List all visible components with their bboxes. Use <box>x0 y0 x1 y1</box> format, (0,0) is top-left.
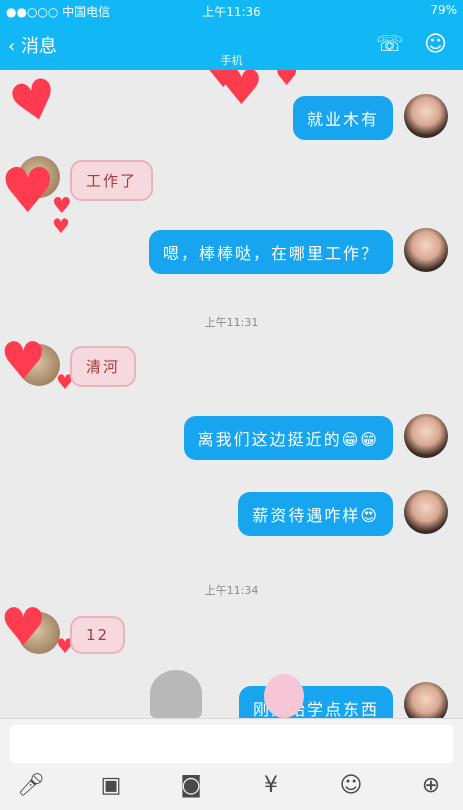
message-text: 工作了 <box>70 160 154 201</box>
message-text: 离我们这边挺近的😁😁 <box>183 416 393 460</box>
camera-button[interactable]: ◙ <box>174 773 208 803</box>
heart-sticker-icon: ♥ <box>0 598 47 658</box>
message-bubble-left[interactable]: 工作了 <box>70 160 154 201</box>
user-icon: ☺ <box>424 32 447 57</box>
message-timestamp: 上午11:34 <box>204 584 259 597</box>
red-packet-icon: ¥ <box>264 773 278 798</box>
message-timestamp: 上午11:31 <box>204 316 259 329</box>
heart-sticker-icon: ♥ <box>0 154 56 227</box>
heart-sticker-icon: ♥ <box>275 70 299 92</box>
message-text: 就业木有 <box>292 96 393 140</box>
heart-sticker-icon: ♥ <box>0 332 47 392</box>
message-bubble-left[interactable]: 清河 <box>70 346 137 387</box>
message-input[interactable] <box>10 725 453 763</box>
message-bubble-right[interactable]: 就业木有 <box>292 96 393 140</box>
status-bar: ●●○○○ 中国电信 上午11:36 79% <box>0 0 463 22</box>
voice-button[interactable]: 🎤︎ <box>14 773 48 803</box>
message-bubble-right[interactable]: 嗯，棒棒哒，在哪里工作？ <box>148 230 393 274</box>
anime-girl-sticker <box>264 674 304 718</box>
message-bubble-right[interactable]: 薪资待遇咋样😍 <box>238 492 393 536</box>
heart-sticker-icon: ♥ <box>220 70 264 116</box>
microphone-icon: 🎤︎ <box>17 773 45 798</box>
message-text: 嗯，棒棒哒，在哪里工作？ <box>148 230 393 274</box>
avatar[interactable] <box>404 228 448 272</box>
phone-icon: ☏ <box>376 32 404 57</box>
profile-button[interactable]: ☺ <box>424 32 447 57</box>
message-bubble-right[interactable]: 刚开始学点东西 <box>238 686 393 718</box>
avatar[interactable] <box>404 94 448 138</box>
chat-header: ‹ 消息 手机 ☏ ☺ <box>0 22 463 70</box>
message-text: 刚开始学点东西 <box>238 686 393 718</box>
message-bubble-left[interactable]: 12 <box>70 616 126 654</box>
emoji-icon: ☺ <box>339 773 363 798</box>
compose-bar: 🎤︎ ▣ ◙ ¥ ☺ ⊕ <box>0 718 463 810</box>
red-packet-button[interactable]: ¥ <box>254 773 288 803</box>
photo-button[interactable]: ▣ <box>94 773 128 803</box>
heart-sticker-icon: ♥ <box>52 214 70 238</box>
message-bubble-right[interactable]: 离我们这边挺近的😁😁 <box>183 416 393 460</box>
heart-sticker-icon: ♥ <box>2 70 66 139</box>
battery-level: 79% <box>430 3 457 17</box>
message-text: 清河 <box>70 346 137 387</box>
message-text: 12 <box>70 616 126 654</box>
more-button[interactable]: ⊕ <box>414 773 448 803</box>
image-icon: ▣ <box>100 773 122 798</box>
avatar[interactable] <box>404 414 448 458</box>
avatar[interactable] <box>404 682 448 718</box>
clock: 上午11:36 <box>202 5 261 19</box>
message-text: 薪资待遇咋样😍 <box>238 492 393 536</box>
plus-icon: ⊕ <box>421 773 441 798</box>
camera-icon: ◙ <box>180 773 202 798</box>
cartoon-character-sticker <box>150 670 202 718</box>
phone-call-button[interactable]: ☏ <box>376 32 404 57</box>
emoji-button[interactable]: ☺ <box>334 773 368 803</box>
avatar[interactable] <box>404 490 448 534</box>
chat-history[interactable]: ♥ ♥ ♥ ♥ 就业木有 ♥ ♥ ♥ 工作了 嗯，棒棒哒，在哪里工作？ 上午11… <box>0 70 463 718</box>
